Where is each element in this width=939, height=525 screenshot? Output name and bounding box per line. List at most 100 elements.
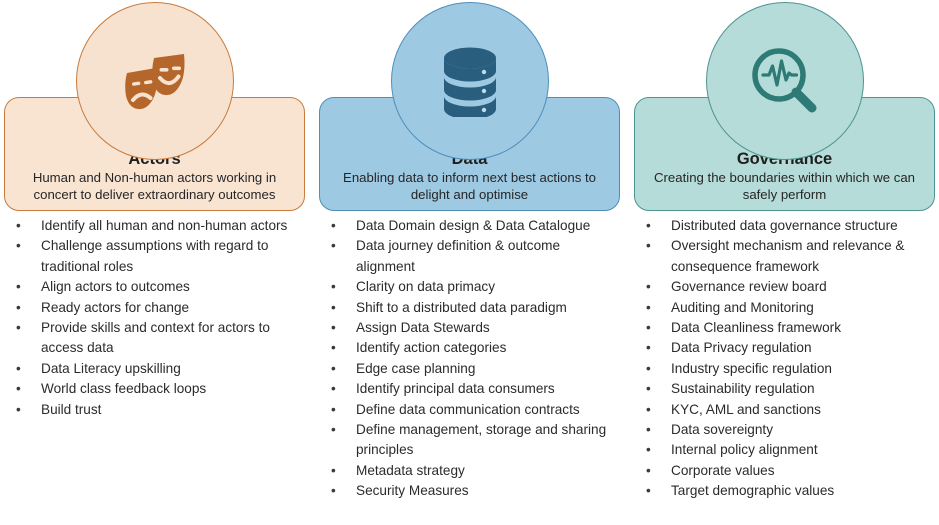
list-item-label: Identify action categories: [356, 340, 507, 356]
bullet-icon: •: [16, 360, 21, 376]
bullet-icon: •: [331, 422, 336, 438]
list-item: • Oversight mechanism and relevance & con…: [642, 236, 935, 277]
list-item: • World class feedback loops: [12, 379, 305, 399]
list-item: • Distributed data governance structure: [642, 216, 935, 236]
list-item: • Define management, storage and sharing …: [327, 420, 620, 461]
governance-icon-badge: [705, 2, 864, 160]
list-item: • Align actors to outcomes: [12, 277, 305, 297]
list-item: • Sustainability regulation: [642, 379, 935, 399]
list-item: • KYC, AML and sanctions: [642, 400, 935, 420]
bullet-icon: •: [331, 483, 336, 499]
list-item: • Assign Data Stewards: [327, 318, 620, 338]
list-item: • Metadata strategy: [327, 461, 620, 481]
list-item-label: Provide skills and context for actors to…: [41, 320, 270, 356]
actors-bullet-list: • Identify all human and non-human actors…: [12, 216, 305, 420]
list-item-label: Identify all human and non-human actors: [41, 218, 288, 233]
list-item: • Clarity on data primacy: [327, 277, 620, 297]
list-item: • Industry specific regulation: [642, 359, 935, 379]
bullet-icon: •: [646, 238, 651, 254]
bullet-icon: •: [16, 279, 21, 295]
list-item-label: Challenge assumptions with regard to tra…: [41, 238, 269, 274]
bullet-icon: •: [331, 360, 336, 376]
bullet-icon: •: [646, 299, 651, 315]
list-item: • Identify action categories: [327, 338, 620, 358]
list-item-label: Clarity on data primacy: [356, 279, 496, 295]
bullet-icon: •: [331, 238, 336, 254]
list-item: • Target demographic values: [642, 481, 935, 501]
bullet-icon: •: [646, 218, 651, 233]
list-item: • Edge case planning: [327, 359, 620, 379]
list-item: • Build trust: [12, 400, 305, 420]
bullet-icon: •: [16, 401, 21, 417]
list-item: • Data Privacy regulation: [642, 338, 935, 358]
list-item: • Data sovereignty: [642, 420, 935, 440]
bullet-icon: •: [16, 320, 21, 336]
bullet-icon: •: [331, 218, 336, 233]
list-item-label: Internal policy alignment: [671, 442, 818, 458]
list-item-label: Edge case planning: [356, 360, 476, 376]
list-item-label: Auditing and Monitoring: [671, 299, 814, 315]
bullet-icon: •: [331, 401, 336, 417]
list-item: • Auditing and Monitoring: [642, 298, 935, 318]
pillar-governance: Governance Creating the boundaries withi…: [634, 0, 935, 525]
bullet-icon: •: [646, 401, 651, 417]
list-item-label: Data journey definition & outcome alignm…: [356, 238, 561, 274]
list-item-label: Shift to a distributed data paradigm: [356, 299, 567, 315]
list-item: • Challenge assumptions with regard to tr…: [12, 236, 305, 277]
list-item-label: Sustainability regulation: [671, 381, 815, 397]
bullet-icon: •: [646, 279, 651, 295]
pillar-data: Data Enabling data to inform next best a…: [319, 0, 620, 525]
theatre-masks-icon: [118, 44, 192, 118]
list-item: • Governance review board: [642, 277, 935, 297]
bullet-icon: •: [646, 462, 651, 478]
list-item: • Shift to a distributed data paradigm: [327, 298, 620, 318]
list-item-label: Data sovereignty: [671, 422, 774, 438]
list-item-label: Industry specific regulation: [671, 360, 832, 376]
bullet-icon: •: [16, 381, 21, 397]
list-item-label: Build trust: [41, 401, 102, 417]
bullet-icon: •: [331, 299, 336, 315]
bullet-icon: •: [646, 381, 651, 397]
list-item-label: Assign Data Stewards: [356, 320, 490, 336]
list-item: • Ready actors for change: [12, 298, 305, 318]
bullet-icon: •: [646, 340, 651, 356]
list-item-label: Data Literacy upskilling: [41, 360, 181, 376]
list-item-label: Governance review board: [671, 279, 827, 295]
bullet-icon: •: [646, 442, 651, 458]
data-icon-badge: [390, 2, 549, 160]
list-item: • Data Cleanliness framework: [642, 318, 935, 338]
bullet-icon: •: [331, 279, 336, 295]
governance-bullet-list: • Distributed data governance structure •…: [642, 216, 935, 502]
list-item-label: Define management, storage and sharing p…: [356, 422, 607, 458]
list-item: • Data Domain design & Data Catalogue: [327, 216, 620, 236]
list-item-label: Identify principal data consumers: [356, 381, 555, 397]
list-item: • Identify principal data consumers: [327, 379, 620, 399]
bullet-icon: •: [16, 299, 21, 315]
list-item-label: Target demographic values: [671, 483, 835, 499]
list-item: • Internal policy alignment: [642, 440, 935, 460]
bullet-icon: •: [331, 381, 336, 397]
database-icon: [438, 45, 502, 117]
bullet-icon: •: [646, 360, 651, 376]
list-item-label: World class feedback loops: [41, 381, 207, 397]
list-item: • Data Literacy upskilling: [12, 359, 305, 379]
list-item: • Security Measures: [327, 481, 620, 501]
actors-subtitle: Human and Non-human actors working in co…: [32, 170, 277, 202]
list-item-label: Security Measures: [356, 483, 469, 499]
list-item-label: Data Cleanliness framework: [671, 320, 841, 336]
list-item-label: Metadata strategy: [356, 462, 465, 478]
bullet-icon: •: [331, 462, 336, 478]
data-subtitle: Enabling data to inform next best action…: [343, 170, 596, 202]
bullet-icon: •: [646, 483, 651, 499]
bullet-icon: •: [16, 238, 21, 254]
pillar-actors: Actors Human and Non-human actors workin…: [4, 0, 305, 525]
list-item-label: Corporate values: [671, 462, 775, 478]
list-item: • Define data communication contracts: [327, 400, 620, 420]
list-item: • Identify all human and non-human actors: [12, 216, 305, 236]
list-item-label: Oversight mechanism and relevance & cons…: [671, 238, 905, 274]
bullet-icon: •: [331, 320, 336, 336]
list-item-label: Ready actors for change: [41, 299, 190, 315]
bullet-icon: •: [16, 218, 21, 233]
actors-icon-badge: [75, 2, 234, 160]
pillars-board: Actors Human and Non-human actors workin…: [0, 0, 939, 525]
